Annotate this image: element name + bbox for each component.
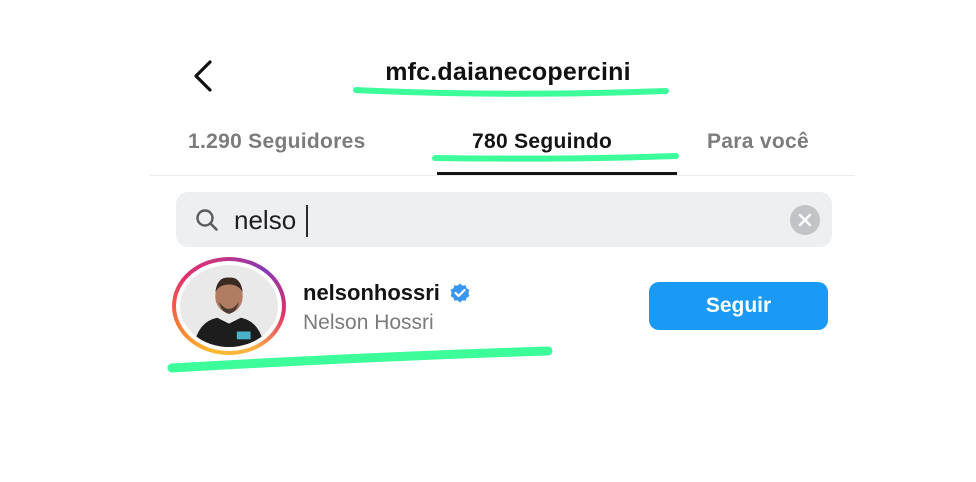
- tab-following[interactable]: 780 Seguindo: [472, 130, 612, 154]
- follow-tabs: 1.290 Seguidores 780 Seguindo Para você: [150, 126, 855, 176]
- search-icon: [196, 209, 218, 231]
- profile-username-title: mfc.daianecopercini: [385, 58, 631, 86]
- search-bar[interactable]: [176, 192, 832, 247]
- active-tab-indicator: [437, 172, 677, 175]
- profile-photo-icon: [180, 265, 278, 347]
- title-highlight-stroke: [353, 87, 669, 97]
- tab-for-you[interactable]: Para você: [707, 130, 809, 154]
- follow-button[interactable]: Seguir: [649, 282, 828, 330]
- avatar: [180, 265, 278, 347]
- result-full-name: Nelson Hossri: [303, 311, 434, 334]
- story-ring[interactable]: [172, 257, 286, 355]
- search-input[interactable]: [234, 198, 754, 242]
- clear-icon: [798, 213, 812, 227]
- clear-search-button[interactable]: [790, 205, 820, 235]
- tab-followers[interactable]: 1.290 Seguidores: [188, 130, 366, 154]
- result-username-row[interactable]: nelsonhossri: [303, 280, 472, 306]
- text-cursor: [306, 205, 308, 237]
- verified-badge-icon: [450, 283, 470, 303]
- result-username: nelsonhossri: [303, 280, 440, 305]
